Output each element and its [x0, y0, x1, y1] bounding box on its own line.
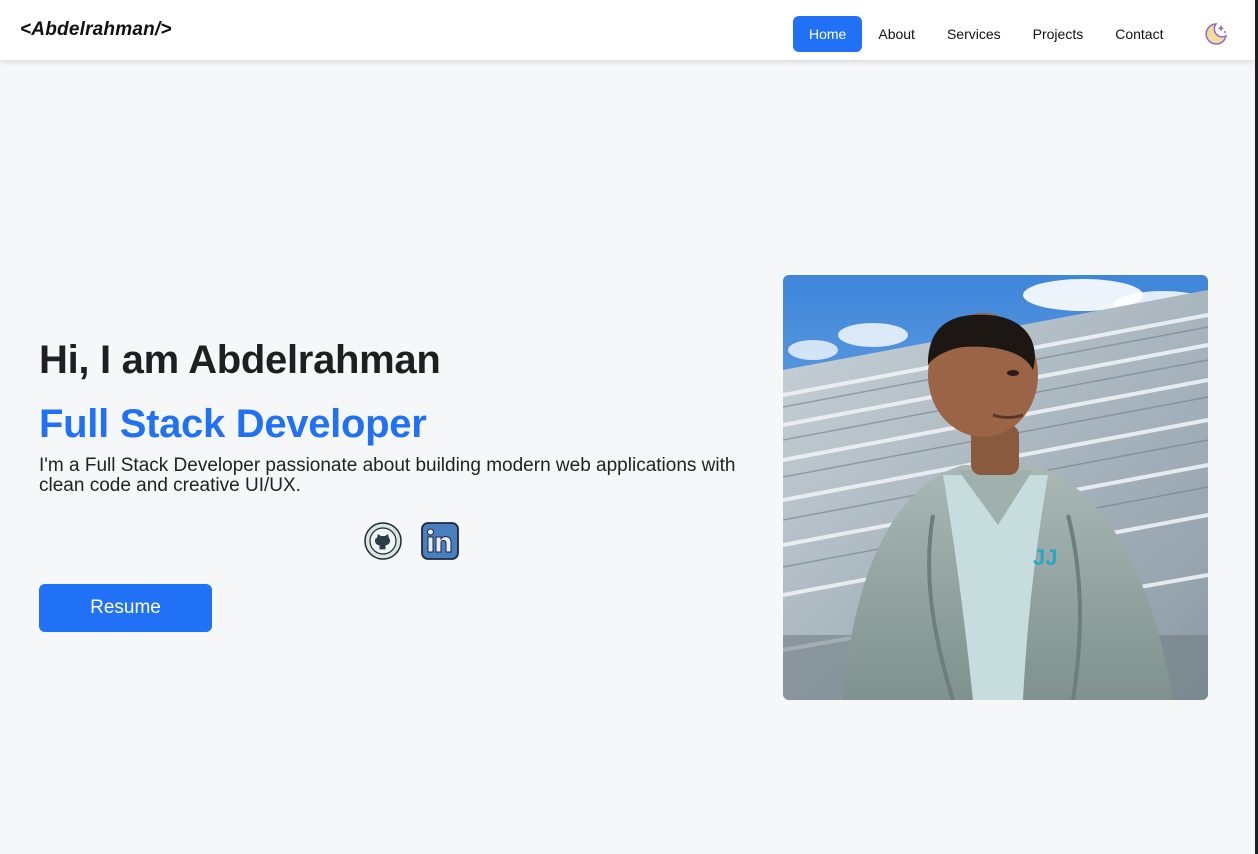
nav-link-contact[interactable]: Contact [1099, 16, 1179, 52]
github-link[interactable] [364, 522, 402, 560]
hero-description: I'm a Full Stack Developer passionate ab… [39, 455, 736, 496]
github-icon [364, 522, 402, 560]
linkedin-icon [421, 522, 459, 560]
resume-button[interactable]: Resume [39, 584, 212, 632]
profile-photo: JJ [783, 275, 1208, 700]
nav-link-home[interactable]: Home [793, 16, 863, 52]
linkedin-link[interactable] [421, 522, 459, 560]
nav-link-services[interactable]: Services [931, 16, 1017, 52]
nav-menu: Home About Services Projects Contact [793, 16, 1179, 52]
svg-text:JJ: JJ [1033, 545, 1057, 570]
navbar: <Abdelrahman/> Home About Services Proje… [0, 0, 1255, 60]
moon-stars-icon [1205, 23, 1228, 45]
nav-link-about[interactable]: About [862, 16, 931, 52]
page: <Abdelrahman/> Home About Services Proje… [0, 0, 1258, 854]
hero-role: Full Stack Developer [39, 402, 427, 446]
social-links [364, 522, 459, 560]
nav-link-projects[interactable]: Projects [1017, 16, 1100, 52]
hero-title: Hi, I am Abdelrahman [39, 338, 441, 382]
site-logo[interactable]: <Abdelrahman/> [20, 19, 172, 41]
theme-toggle-button[interactable] [1203, 21, 1229, 47]
